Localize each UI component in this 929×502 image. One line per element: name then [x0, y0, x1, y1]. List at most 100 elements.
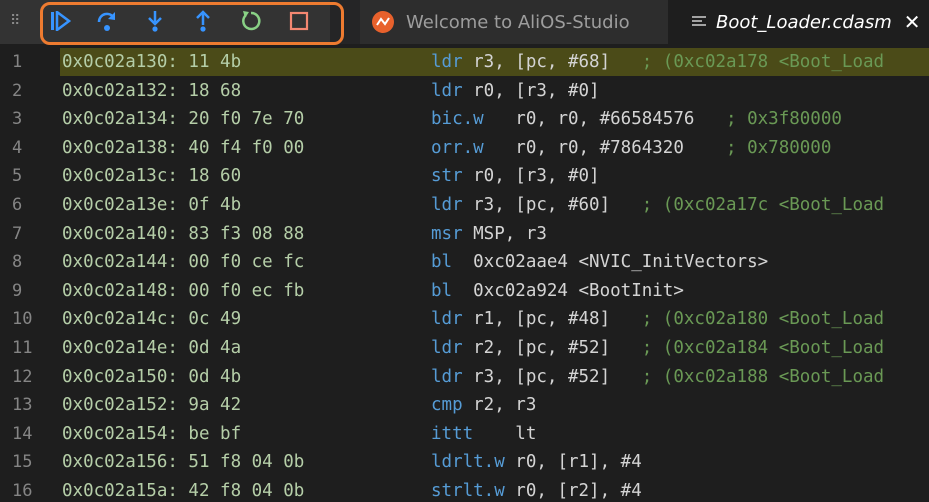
comment: ; 0x3f80000 [694, 109, 842, 130]
address-bytes: 0x0c02a156: 51 f8 04 0b [62, 452, 305, 473]
tab-label: Welcome to AliOS-Studio [406, 11, 630, 33]
code-line[interactable]: 9 0x0c02a148: 00 f0 ec fb bl 0xc02a924 <Bo… [0, 277, 929, 305]
operands: MSP, r3 [462, 223, 547, 244]
comment: ; 0x780000 [683, 137, 832, 158]
comment: ; (0xc02a178 <Boot_Load [610, 52, 885, 72]
mnemonic: cmp [431, 395, 463, 416]
address-bytes: 0x0c02a148: 00 f0 ec fb [62, 280, 305, 301]
file-lines-icon [692, 16, 706, 28]
title-bar: ⠿ Welcome to AliOS-Studio Boot_Loader.cd… [0, 0, 929, 45]
step-into-button[interactable] [141, 8, 169, 34]
tab-welcome[interactable]: Welcome to AliOS-Studio [360, 0, 668, 44]
instruction: orr.w r0, r0, #7864320 ; 0x780000 [431, 134, 831, 162]
address-bytes: 0x0c02a152: 9a 42 [62, 395, 242, 416]
step-out-icon [196, 10, 210, 32]
operands: r0, r0, #7864320 [483, 137, 684, 158]
drag-handle-icon[interactable]: ⠿ [10, 10, 24, 32]
code-line[interactable]: 4 0x0c02a138: 40 f4 f0 00 orr.w r0, r0, #7… [0, 134, 929, 162]
line-number: 3 [12, 109, 23, 130]
step-out-button[interactable] [189, 8, 217, 34]
tab-label: Boot_Loader.cdasm [716, 11, 892, 33]
tab-boot-loader[interactable]: Boot_Loader.cdasm ✕ [668, 0, 929, 44]
step-over-button[interactable] [93, 8, 121, 34]
mnemonic: orr.w [431, 137, 484, 158]
operands: r3, [pc, #60] [462, 195, 611, 215]
line-number: 8 [12, 252, 23, 273]
instruction: ittt lt [431, 420, 536, 448]
mnemonic: bl [431, 252, 453, 273]
line-number: 16 [12, 481, 33, 501]
code-line[interactable]: 11 0x0c02a14e: 0d 4a ldr r2, [pc, #52] ; (… [0, 334, 929, 362]
code-line[interactable]: 10 0x0c02a14c: 0c 49 ldr r1, [pc, #48] ; (… [0, 305, 929, 333]
address-bytes: 0x0c02a134: 20 f0 7e 70 [62, 109, 305, 130]
address-bytes: 0x0c02a150: 0d 4b [62, 366, 242, 387]
line-number: 15 [12, 452, 33, 473]
address-bytes: 0x0c02a15a: 42 f8 04 0b [62, 481, 305, 501]
code-line[interactable]: 2 0x0c02a132: 18 68 ldr r0, [r3, #0] [0, 77, 929, 105]
code-line[interactable]: 15 0x0c02a156: 51 f8 04 0b ldrlt.w r0, [r1… [0, 448, 929, 476]
operands: r0, [r2], #4 [504, 481, 642, 501]
instruction: ldrlt.w r0, [r1], #4 [431, 448, 642, 476]
operands: lt [473, 423, 537, 444]
instruction: ldr r0, [r3, #0] [431, 77, 600, 105]
mnemonic: bl [431, 280, 453, 301]
line-number: 14 [12, 423, 33, 444]
code-line[interactable]: 16 0x0c02a15a: 42 f8 04 0b strlt.w r0, [r2… [0, 477, 929, 502]
mnemonic: ldr [431, 80, 463, 101]
address-bytes: 0x0c02a138: 40 f4 f0 00 [62, 137, 305, 158]
step-into-icon [148, 11, 162, 32]
instruction: strlt.w r0, [r2], #4 [431, 477, 642, 502]
mnemonic: ldr [431, 195, 463, 215]
line-number: 5 [12, 166, 23, 187]
restart-button[interactable] [237, 8, 265, 34]
instruction: ldr r3, [pc, #60] ; (0xc02a17c <Boot_Loa… [431, 191, 884, 219]
continue-button[interactable] [46, 8, 74, 34]
code-line[interactable]: 3 0x0c02a134: 20 f0 7e 70 bic.w r0, r0, #6… [0, 105, 929, 133]
comment: ; (0xc02a184 <Boot_Load [610, 338, 885, 358]
mnemonic: ldr [431, 309, 463, 330]
line-number: 9 [12, 280, 23, 301]
stop-button[interactable] [285, 8, 313, 34]
code-line[interactable]: 12 0x0c02a150: 0d 4b ldr r3, [pc, #52] ; (… [0, 363, 929, 391]
line-number: 6 [12, 195, 23, 215]
code-line[interactable]: 6 0x0c02a13e: 0f 4b ldr r3, [pc, #60] ; (0… [0, 191, 929, 219]
mnemonic: str [431, 166, 463, 187]
code-line[interactable]: 7 0x0c02a140: 83 f3 08 88 msr MSP, r3 [0, 220, 929, 248]
instruction: bl 0xc02a924 <BootInit> [431, 277, 684, 305]
line-number: 7 [12, 223, 23, 244]
comment: ; (0xc02a188 <Boot_Load [610, 366, 885, 387]
line-number: 13 [12, 395, 33, 416]
operands: r1, [pc, #48] [462, 309, 611, 330]
stop-icon [289, 11, 309, 31]
comment: ; (0xc02a17c <Boot_Load [610, 195, 885, 215]
disassembly-editor[interactable]: 1 0x0c02a130: 11 4b ldr r3, [pc, #68] ; (0… [0, 48, 929, 502]
mnemonic: strlt.w [431, 481, 505, 501]
instruction: ldr r2, [pc, #52] ; (0xc02a184 <Boot_Loa… [431, 334, 884, 362]
address-bytes: 0x0c02a132: 18 68 [62, 80, 242, 101]
operands: r0, [r3, #0] [462, 166, 600, 187]
address-bytes: 0x0c02a154: be bf [62, 423, 242, 444]
line-number: 10 [12, 309, 33, 330]
mnemonic: msr [431, 223, 463, 244]
code-line[interactable]: 5 0x0c02a13c: 18 60 str r0, [r3, #0] [0, 162, 929, 190]
restart-icon [242, 11, 261, 31]
code-line[interactable]: 13 0x0c02a152: 9a 42 cmp r2, r3 [0, 391, 929, 419]
instruction: ldr r3, [pc, #52] ; (0xc02a188 <Boot_Loa… [431, 363, 884, 391]
mnemonic: ldr [431, 52, 463, 72]
operands: r2, r3 [462, 395, 537, 416]
code-line[interactable]: 8 0x0c02a144: 00 f0 ce fc bl 0xc02aae4 <NV… [0, 248, 929, 276]
code-line[interactable]: 14 0x0c02a154: be bf ittt lt [0, 420, 929, 448]
operands: 0xc02aae4 <NVIC_InitVectors> [452, 252, 769, 273]
operands: r0, r0, #66584576 [483, 109, 695, 130]
instruction: cmp r2, r3 [431, 391, 536, 419]
close-icon[interactable]: ✕ [904, 10, 921, 34]
address-bytes: 0x0c02a130: 11 4b [62, 52, 242, 72]
instruction: str r0, [r3, #0] [431, 162, 600, 190]
mnemonic: ldr [431, 366, 463, 387]
operands: r3, [pc, #52] [462, 366, 611, 387]
line-number: 2 [12, 80, 23, 101]
address-bytes: 0x0c02a140: 83 f3 08 88 [62, 223, 305, 244]
mnemonic: ldr [431, 338, 463, 358]
code-line[interactable]: 1 0x0c02a130: 11 4b ldr r3, [pc, #68] ; (0… [0, 48, 929, 76]
instruction: ldr r1, [pc, #48] ; (0xc02a180 <Boot_Loa… [431, 305, 884, 333]
